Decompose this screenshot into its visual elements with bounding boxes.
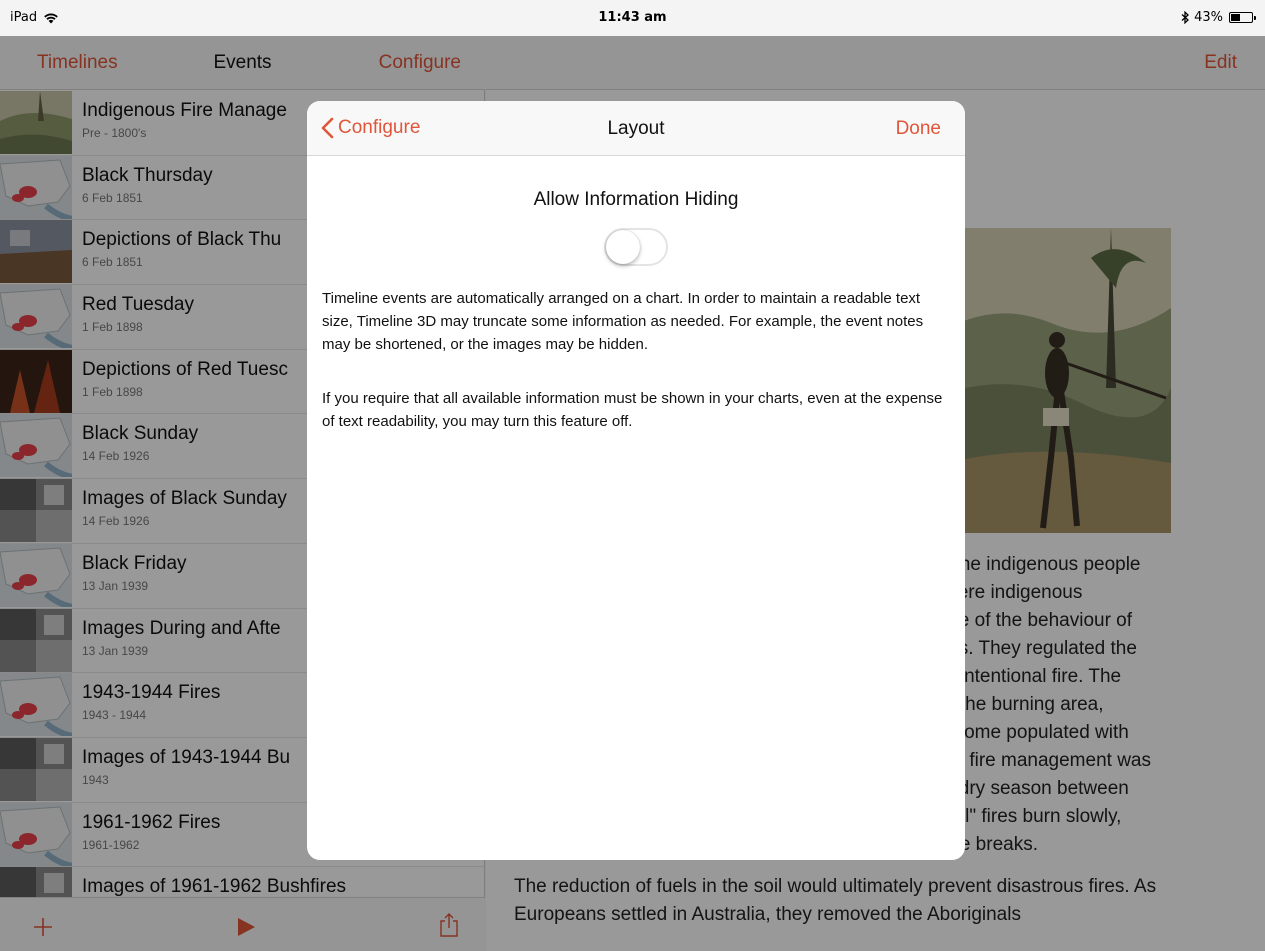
layout-note: If you require that all available inform… (322, 390, 943, 430)
toggle-knob (606, 230, 640, 264)
status-time: 11:43 am (598, 10, 667, 25)
bluetooth-icon (1181, 11, 1190, 24)
ipad-screen: iPad 11:43 am 43% Timelines Events Confi… (0, 0, 1265, 951)
status-bar: iPad 11:43 am 43% (0, 0, 1265, 36)
modal-title: Layout (607, 118, 665, 139)
allow-information-hiding-label: Allow Information Hiding (533, 189, 739, 210)
battery-percent: 43% (1194, 10, 1223, 25)
allow-information-hiding-toggle[interactable] (604, 228, 668, 266)
done-button[interactable]: Done (896, 118, 941, 140)
modal-nav-bar: Configure Layout Done (307, 101, 965, 156)
layout-description: Timeline events are automatically arrang… (322, 290, 924, 353)
layout-settings-modal: Configure Layout Done Allow Information … (307, 101, 965, 860)
battery-icon (1229, 12, 1256, 23)
